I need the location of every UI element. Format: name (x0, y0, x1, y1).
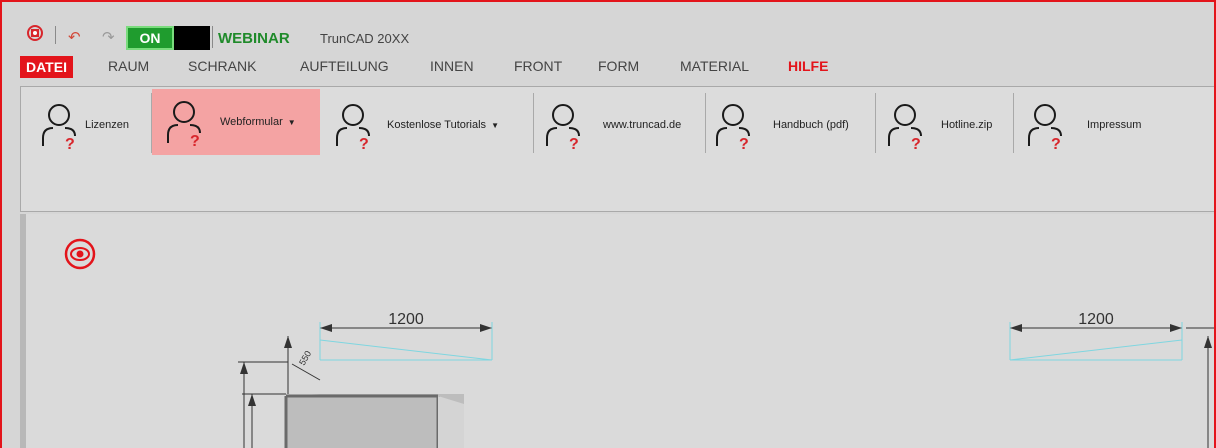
menu-tab-raum[interactable]: RAUM (108, 58, 149, 74)
ribbon-button-label: Kostenlose Tutorials (387, 119, 487, 131)
dropdown-arrow-icon[interactable]: ▼ (288, 118, 296, 127)
svg-text:?: ? (739, 136, 749, 150)
ribbon-button-hotline[interactable]: ? Hotline.zip (885, 91, 1015, 159)
menu-tab-front[interactable]: FRONT (514, 58, 562, 74)
svg-text:?: ? (1051, 136, 1061, 150)
menu-tab-innen[interactable]: INNEN (430, 58, 474, 74)
redo-icon[interactable]: ↷ (102, 28, 115, 46)
user-help-icon: ? (1028, 104, 1062, 150)
main-menu: DATEI RAUM SCHRANK AUFTEILUNG INNEN FRON… (20, 56, 920, 78)
app-window: ↶ ↷ ON WEBINAR TrunCAD 20XX DATEI RAUM S… (0, 0, 1216, 448)
menu-tab-schrank[interactable]: SCHRANK (188, 58, 256, 74)
ribbon-button-label: Handbuch (pdf) (773, 119, 849, 131)
ribbon-button-label: Impressum (1087, 119, 1142, 131)
ribbon-button-handbuch[interactable]: ? Handbuch (pdf) (713, 91, 883, 159)
undo-icon[interactable]: ↶ (68, 28, 81, 46)
user-help-icon: ? (546, 104, 580, 150)
menu-tab-datei[interactable]: DATEI (20, 56, 73, 78)
user-help-icon: ? (336, 104, 370, 150)
webinar-toggle[interactable]: ON (126, 26, 210, 50)
user-help-icon: ? (42, 104, 76, 150)
viewport-edge (20, 214, 26, 448)
ribbon-button-label: Lizenzen (85, 119, 130, 131)
ribbon-button-label: Hotline.zip (941, 119, 993, 131)
dropdown-arrow-icon[interactable]: ▼ (491, 121, 499, 130)
ribbon-button-website[interactable]: ? www.truncad.de (543, 91, 713, 159)
ribbon-button-impressum[interactable]: ? Impressum (1025, 91, 1175, 159)
svg-text:?: ? (569, 136, 579, 150)
user-help-icon: ? (888, 104, 922, 150)
app-logo-icon[interactable] (26, 24, 44, 42)
ribbon-divider (875, 93, 876, 153)
toggle-off-area (174, 26, 210, 50)
menu-tab-form[interactable]: FORM (598, 58, 639, 74)
cad-viewport[interactable] (20, 214, 1214, 448)
webinar-label: WEBINAR (218, 30, 290, 47)
svg-text:?: ? (190, 133, 200, 147)
ribbon-button-label: www.truncad.de (603, 119, 682, 131)
visibility-eye-icon[interactable] (64, 238, 96, 270)
ribbon-panel: ? Lizenzen ? Webformular ▼ ? Kostenlose … (20, 86, 1214, 212)
menu-tab-hilfe[interactable]: HILFE (788, 58, 828, 74)
ribbon-divider (533, 93, 534, 153)
svg-text:?: ? (911, 136, 921, 150)
ribbon-button-tutorials[interactable]: ? Kostenlose Tutorials ▼ (333, 91, 537, 159)
user-help-icon: ? (167, 101, 201, 147)
svg-text:?: ? (359, 136, 369, 150)
ribbon-divider (1013, 93, 1014, 153)
svg-text:?: ? (65, 136, 75, 150)
toolbar-divider (55, 26, 56, 44)
menu-tab-aufteilung[interactable]: AUFTEILUNG (300, 58, 389, 74)
ribbon-divider (705, 93, 706, 153)
user-help-icon: ? (716, 104, 750, 150)
app-title: TrunCAD 20XX (320, 31, 410, 46)
toggle-on-label: ON (126, 26, 174, 50)
ribbon-button-label: Webformular (220, 116, 283, 128)
toolbar-divider (212, 26, 213, 48)
ribbon-button-webformular[interactable]: ? Webformular ▼ (152, 89, 320, 155)
ribbon-button-lizenzen[interactable]: ? Lizenzen (39, 91, 167, 159)
menu-tab-material[interactable]: MATERIAL (680, 58, 749, 74)
